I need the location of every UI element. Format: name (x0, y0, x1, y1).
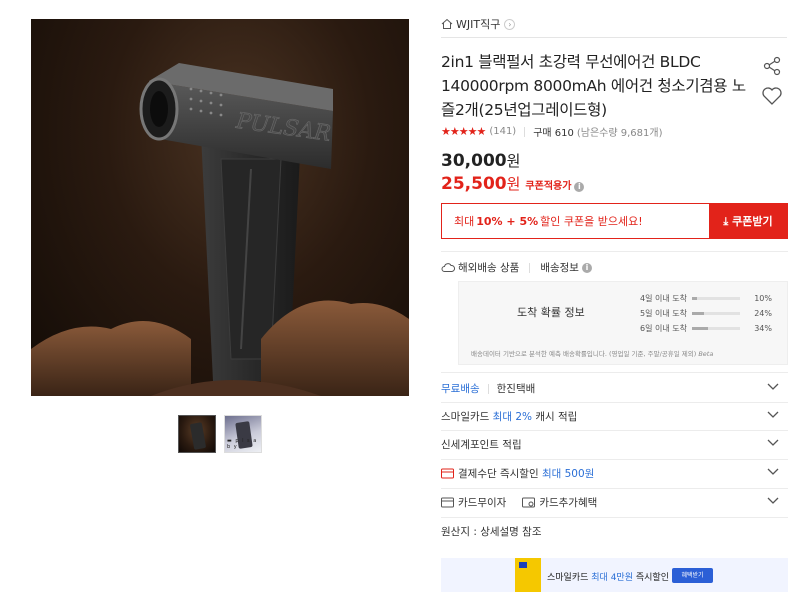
info-icon[interactable]: i (574, 182, 585, 192)
card-benefit-label: 카드추가혜택 (539, 497, 598, 509)
probability-percent: 10% (754, 294, 772, 303)
divider (441, 372, 788, 373)
arrival-probability-title: 도착 확률 정보 (517, 306, 585, 319)
thumbnail-product-shape (189, 422, 207, 450)
rating-row: ★★★★★ (141) 구매 610 (남은수량 9,681개) (441, 124, 662, 139)
origin-label: 원산지 : 상세설명 참조 (441, 526, 542, 538)
stock-remaining: (남은수량 9,681개) (576, 128, 663, 139)
cloud-icon (441, 263, 455, 272)
coupon-download-button[interactable]: ⤓ 쿠폰받기 (709, 204, 787, 238)
coupon-message: 최대 10% + 5% 할인 쿠폰을 받으세요! (442, 204, 709, 238)
coupon-price-label: 쿠폰적용가 (525, 181, 572, 192)
chevron-right-icon: › (504, 18, 516, 30)
original-price: 30,000원 (441, 150, 520, 171)
info-icon[interactable]: i (581, 262, 592, 273)
smile-card-suffix: 캐시 적립 (535, 411, 578, 423)
divider (441, 251, 788, 252)
separator (529, 262, 531, 273)
card-benefit-row[interactable]: 카드무이자 카드추가혜택 (441, 488, 787, 517)
arrival-probability-rows: 4일 이내 도착 10% 5일 이내 도착 24% 6일 이내 도착 34% (640, 291, 772, 336)
origin-row: 원산지 : 상세설명 참조 (441, 517, 787, 546)
get-benefit-button[interactable]: 혜택받기 (672, 568, 713, 583)
banner-text-prefix: 스마일카드 (547, 573, 589, 583)
delivery-row[interactable]: 무료배송 한진택배 (441, 374, 787, 403)
smile-card-row[interactable]: 스마일카드 최대 2% 캐시 적립 (441, 402, 787, 431)
shinsegae-point-label: 신세계포인트 적립 (441, 439, 522, 451)
smile-card-highlight: 최대 2% (492, 411, 532, 423)
thumbnail-caption: ▬ p l s a b y (227, 438, 258, 450)
probability-row: 6일 이내 도착 34% (640, 321, 772, 336)
probability-row: 5일 이내 도착 24% (640, 306, 772, 321)
payment-discount-highlight: 최대 500원 (541, 468, 595, 480)
banner-text-highlight: 최대 4만원 (591, 573, 633, 583)
probability-row: 4일 이내 도착 10% (640, 291, 772, 306)
chevron-down-icon (767, 411, 779, 418)
probability-fill (692, 327, 709, 330)
seller-link[interactable]: WJIT직구 › (441, 13, 516, 35)
original-price-unit: 원 (506, 152, 521, 170)
chevron-down-icon (767, 468, 779, 475)
card-plus-icon (522, 497, 536, 508)
coupon-box: 최대 10% + 5% 할인 쿠폰을 받으세요! ⤓ 쿠폰받기 (441, 203, 788, 239)
sale-price-amount: 25,500 (441, 174, 507, 194)
divider (441, 37, 787, 38)
probability-note-text: 배송데이터 기반으로 분석한 예측 배송확률입니다. (영업일 기준, 주말/공… (471, 350, 697, 358)
smile-card-banner[interactable]: 스마일카드 최대 4만원 즉시할인 혜택받기 (441, 558, 788, 592)
probability-fill (692, 297, 697, 300)
beta-label: Beta (698, 350, 714, 358)
probability-percent: 24% (754, 309, 772, 318)
chevron-down-icon (767, 497, 779, 504)
product-title: 2in1 블랙펄서 초강력 무선에어건 BLDC 140000rpm 8000m… (441, 53, 746, 119)
home-icon (441, 18, 453, 29)
payment-discount-row[interactable]: 결제수단 즉시할인 최대 500원 (441, 459, 787, 488)
card-icon (441, 497, 454, 508)
thumbnail-strip: ▬ p l s a b y (178, 415, 262, 453)
probability-label: 6일 이내 도착 (640, 324, 687, 333)
shipping-info-label[interactable]: 배송정보 (540, 260, 579, 275)
probability-bar (692, 297, 740, 300)
smile-card-image (515, 558, 541, 592)
purchase-count: 구매 610 (533, 128, 574, 139)
seller-name: WJIT직구 (456, 18, 501, 31)
free-shipping-label: 무료배송 (441, 383, 480, 395)
probability-label: 4일 이내 도착 (640, 294, 687, 303)
card-icon (441, 468, 454, 479)
card-interest-label: 카드무이자 (458, 497, 507, 509)
thumbnail-2[interactable]: ▬ p l s a b y (224, 415, 262, 453)
rating-stars: ★★★★★ (441, 125, 486, 138)
probability-note: 배송데이터 기반으로 분석한 예측 배송확률입니다. (영업일 기준, 주말/공… (471, 348, 713, 358)
probability-bar (692, 327, 740, 330)
shipping-header: 해외배송 상품 배송정보 i (441, 260, 592, 275)
payment-discount-prefix: 결제수단 즉시할인 (458, 468, 539, 480)
coupon-message-bold: 10% + 5% (476, 214, 539, 228)
arrival-probability-box: 도착 확률 정보 4일 이내 도착 10% 5일 이내 도착 24% 6일 이내… (458, 281, 788, 365)
sale-price-unit: 원 (506, 175, 521, 193)
coupon-message-suffix: 할인 쿠폰을 받으세요! (540, 215, 643, 228)
banner-text-suffix: 즉시할인 (635, 573, 669, 583)
original-price-amount: 30,000 (441, 151, 507, 171)
sale-price: 25,500 원 쿠폰적용가 i (441, 173, 585, 194)
probability-label: 5일 이내 도착 (640, 309, 687, 318)
smile-card-prefix: 스마일카드 (441, 411, 490, 423)
shinsegae-point-row[interactable]: 신세계포인트 적립 (441, 430, 787, 459)
probability-percent: 34% (754, 324, 772, 333)
separator (487, 383, 489, 394)
chevron-down-icon (767, 439, 779, 446)
product-main-image: PULSAR (31, 19, 409, 396)
overseas-shipping-label: 해외배송 상품 (458, 262, 520, 274)
separator (524, 126, 526, 137)
probability-fill (692, 312, 704, 315)
probability-bar (692, 312, 740, 315)
chevron-down-icon (767, 383, 779, 390)
share-icon[interactable] (762, 56, 782, 76)
review-count[interactable]: (141) (489, 126, 516, 137)
heart-icon[interactable] (761, 86, 783, 106)
coupon-message-prefix: 최대 (454, 215, 475, 228)
thumbnail-1[interactable] (178, 415, 216, 453)
courier-label: 한진택배 (496, 383, 536, 395)
banner-text: 스마일카드 최대 4만원 즉시할인 (547, 570, 669, 583)
